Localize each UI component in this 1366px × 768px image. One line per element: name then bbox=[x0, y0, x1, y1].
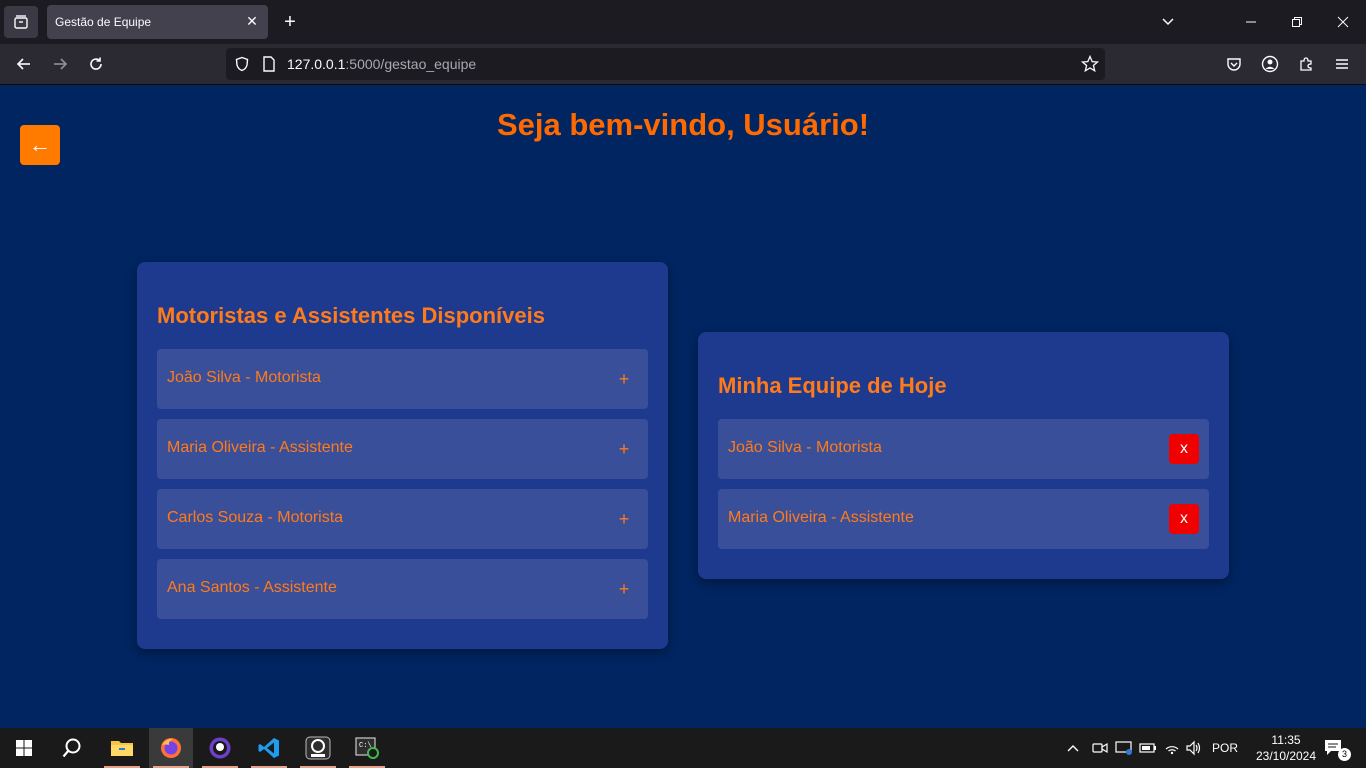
add-button[interactable]: + bbox=[614, 577, 634, 601]
list-item: Carlos Souza - Motorista + bbox=[157, 489, 648, 549]
meet-now-icon[interactable] bbox=[1092, 728, 1108, 768]
volume-icon[interactable] bbox=[1186, 728, 1202, 768]
staff-name: Carlos Souza - Motorista bbox=[167, 509, 344, 526]
github-desktop-icon[interactable] bbox=[198, 728, 242, 768]
pocket-icon[interactable] bbox=[1220, 50, 1248, 78]
list-item: Maria Oliveira - Assistente x bbox=[718, 489, 1209, 549]
list-item: João Silva - Motorista x bbox=[718, 419, 1209, 479]
menu-icon[interactable] bbox=[1328, 50, 1356, 78]
available-staff-card: Motoristas e Assistentes Disponíveis Joã… bbox=[137, 262, 668, 649]
list-item: João Silva - Motorista + bbox=[157, 349, 648, 409]
staff-name: João Silva - Motorista bbox=[167, 369, 321, 386]
list-item: Maria Oliveira - Assistente + bbox=[157, 419, 648, 479]
browser-tab[interactable]: Gestão de Equipe ✕ bbox=[47, 5, 268, 39]
studio-app-icon[interactable] bbox=[296, 728, 340, 768]
show-hidden-icons-icon[interactable] bbox=[1066, 728, 1080, 768]
restore-icon[interactable] bbox=[1274, 0, 1320, 44]
tab-close-icon[interactable]: ✕ bbox=[244, 13, 260, 29]
clock[interactable]: 11:35 23/10/2024 bbox=[1254, 732, 1318, 764]
tab-list-button[interactable] bbox=[4, 6, 38, 38]
available-staff-title: Motoristas e Assistentes Disponíveis bbox=[157, 303, 545, 328]
url-host: 127.0.0.1 bbox=[287, 56, 346, 72]
url-path: :5000/gestao_equipe bbox=[345, 56, 477, 72]
page-icon[interactable] bbox=[262, 56, 276, 72]
battery-icon[interactable] bbox=[1139, 728, 1157, 768]
staff-name: Maria Oliveira - Assistente bbox=[167, 439, 353, 456]
notifications-icon[interactable]: 3 bbox=[1324, 728, 1357, 768]
file-explorer-icon[interactable] bbox=[100, 728, 144, 768]
staff-name: Ana Santos - Assistente bbox=[167, 579, 337, 596]
display-icon[interactable] bbox=[1115, 728, 1133, 768]
new-tab-icon[interactable]: + bbox=[278, 8, 302, 36]
reload-icon[interactable] bbox=[82, 50, 110, 78]
url-bar[interactable]: 127.0.0.1:5000/gestao_equipe bbox=[226, 48, 1105, 80]
terminal-icon[interactable]: C:\ bbox=[345, 728, 389, 768]
clock-date: 23/10/2024 bbox=[1255, 749, 1317, 763]
language-indicator[interactable]: POR bbox=[1212, 728, 1238, 768]
minimize-icon[interactable] bbox=[1228, 0, 1274, 44]
vscode-icon[interactable] bbox=[247, 728, 291, 768]
my-team-card: Minha Equipe de Hoje João Silva - Motori… bbox=[698, 332, 1229, 579]
firefox-icon[interactable] bbox=[149, 728, 193, 768]
bookmark-star-icon[interactable] bbox=[1081, 55, 1099, 73]
search-icon[interactable] bbox=[50, 728, 94, 768]
add-button[interactable]: + bbox=[614, 367, 634, 391]
url-text[interactable]: 127.0.0.1:5000/gestao_equipe bbox=[287, 56, 476, 72]
team-member-name: Maria Oliveira - Assistente bbox=[728, 509, 914, 526]
remove-button[interactable]: x bbox=[1169, 504, 1199, 534]
list-all-tabs-icon[interactable] bbox=[1145, 0, 1191, 44]
taskbar: C:\ POR 11:35 23/10/2024 3 bbox=[0, 728, 1366, 768]
page-content: ← Seja bem-vindo, Usuário! Motoristas e … bbox=[0, 85, 1366, 728]
close-window-icon[interactable] bbox=[1320, 0, 1366, 44]
list-item: Ana Santos - Assistente + bbox=[157, 559, 648, 619]
wifi-icon[interactable] bbox=[1164, 728, 1180, 768]
remove-button[interactable]: x bbox=[1169, 434, 1199, 464]
extensions-icon[interactable] bbox=[1292, 50, 1320, 78]
clock-time: 11:35 bbox=[1271, 733, 1301, 747]
notification-count-badge: 3 bbox=[1338, 747, 1351, 761]
add-button[interactable]: + bbox=[614, 507, 634, 531]
browser-nav-bar: 127.0.0.1:5000/gestao_equipe bbox=[0, 44, 1366, 85]
tab-title: Gestão de Equipe bbox=[55, 15, 152, 29]
shield-icon[interactable] bbox=[234, 56, 250, 72]
account-icon[interactable] bbox=[1256, 50, 1284, 78]
back-arrow-icon[interactable] bbox=[10, 50, 38, 78]
tab-list-icon bbox=[14, 15, 28, 29]
windows-start-icon[interactable] bbox=[2, 728, 46, 768]
forward-arrow-icon[interactable] bbox=[46, 50, 74, 78]
welcome-heading: Seja bem-vindo, Usuário! bbox=[496, 107, 870, 142]
team-member-name: João Silva - Motorista bbox=[728, 439, 882, 456]
browser-tab-bar: Gestão de Equipe ✕ + bbox=[0, 0, 1366, 44]
add-button[interactable]: + bbox=[614, 437, 634, 461]
my-team-title: Minha Equipe de Hoje bbox=[718, 373, 947, 398]
